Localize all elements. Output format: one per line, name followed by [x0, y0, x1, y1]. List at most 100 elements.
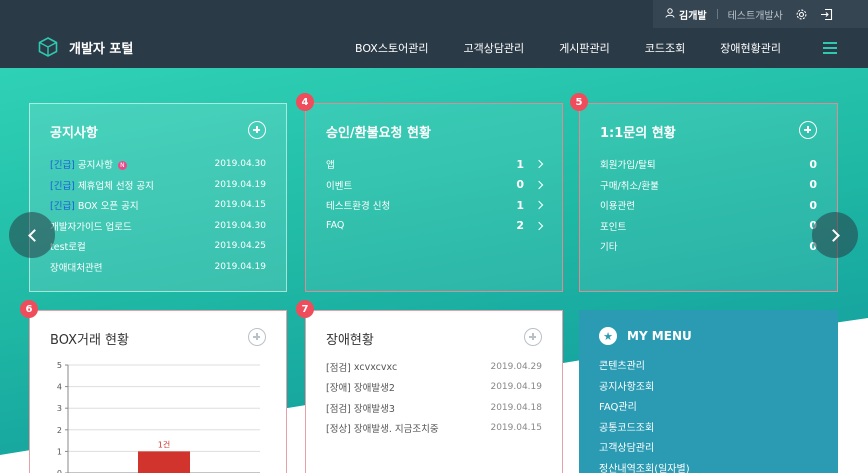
- inquiry-title: 1:1문의 현황: [600, 126, 676, 141]
- list-item[interactable]: test로컬 2019.04.25: [50, 236, 266, 257]
- approval-count: 1: [516, 157, 524, 171]
- chevron-left-icon: [27, 228, 41, 242]
- failure-item-title: xcvxcvxc: [353, 361, 398, 373]
- box-trade-chart: 0 1 2 3 4 5 1건: [57, 361, 260, 473]
- approval-count: 0: [516, 178, 524, 192]
- failure-date: 2019.04.19: [490, 382, 542, 393]
- list-item[interactable]: [점검] xcvxcvxc 2019.04.29: [326, 357, 542, 377]
- bar: [138, 451, 190, 473]
- y-tick-label: 0: [57, 469, 62, 473]
- notice-more-button[interactable]: [248, 121, 266, 139]
- failure-list: [점검] xcvxcvxc 2019.04.29 [장애] 장애발생2 2019.04.…: [326, 357, 542, 438]
- notice-item-title: test로컬: [50, 242, 86, 254]
- failure-item-title: 장애발생3: [353, 403, 395, 415]
- approval-label: 이벤트: [326, 180, 353, 192]
- failure-more-button[interactable]: [524, 328, 542, 346]
- y-tick-label: 1: [57, 447, 62, 456]
- chevron-right-icon: [534, 201, 544, 210]
- chevron-right-icon: [534, 221, 544, 230]
- inquiry-card: 1:1문의 현황 회원가입/탈퇴 0 구매/취소/환불 0 이용관련 0 포인트0 기…: [579, 103, 838, 292]
- approval-list: 앱1 이벤트 0 테스트환경 신청 1 FAQ 2: [326, 154, 544, 237]
- prev-arrow-button[interactable]: [9, 212, 55, 258]
- y-tick-label: 4: [57, 383, 62, 392]
- notice-date: 2019.04.15: [214, 200, 266, 211]
- my-menu-header: ★ MY MENU: [599, 327, 692, 345]
- list-item[interactable]: 이용관련 0: [600, 195, 817, 216]
- approval-card: 승인/환불요청 현황 앱1 이벤트 0 테스트환경 신청 1 FAQ 2: [305, 103, 563, 292]
- chevron-right-icon: [534, 160, 544, 169]
- notice-list: [긴급] 공지사항 N 2019.04.30 [긴급] 제휴업체 선정 공지 2019.0…: [50, 154, 266, 277]
- list-item[interactable]: 장애대처관련 2019.04.19: [50, 257, 266, 278]
- y-tick-label: 3: [57, 404, 62, 413]
- step-badge: 5: [570, 93, 588, 111]
- new-badge: N: [117, 161, 127, 171]
- my-menu-list: 콘텐츠관리 공지사항조회 FAQ관리 공통코드조회 고객상담관리 정산내역조회(…: [599, 357, 690, 473]
- list-item[interactable]: 개발자가이드 업로드 2019.04.30: [50, 216, 266, 237]
- notice-date: 2019.04.19: [214, 179, 266, 190]
- inquiry-label: 회원가입/탈퇴: [600, 160, 656, 172]
- my-menu-item[interactable]: FAQ관리: [599, 398, 690, 419]
- approval-label: 테스트환경 신청: [326, 201, 391, 213]
- list-item[interactable]: 이벤트 0: [326, 175, 544, 196]
- failure-item-title: 장애발생. 지금조치중: [353, 424, 439, 436]
- list-item[interactable]: [점검] 장애발생3 2019.04.18: [326, 398, 542, 418]
- list-item[interactable]: FAQ 2: [326, 216, 544, 237]
- next-arrow-button[interactable]: [812, 212, 858, 258]
- my-menu-item[interactable]: 고객상담관리: [599, 439, 690, 460]
- inquiry-more-button[interactable]: [799, 121, 817, 139]
- star-icon: ★: [599, 327, 617, 345]
- notice-date: 2019.04.25: [214, 241, 266, 252]
- notice-date: 2019.04.30: [214, 220, 266, 231]
- notice-tag: [긴급]: [50, 201, 75, 213]
- notice-tag: [긴급]: [50, 160, 75, 172]
- failure-date: 2019.04.18: [490, 402, 542, 413]
- failure-tag: [점검]: [326, 403, 351, 415]
- inquiry-label: 구매/취소/환불: [600, 180, 659, 192]
- approval-label: FAQ: [326, 220, 345, 232]
- my-menu-item[interactable]: 정산내역조회(일자별): [599, 460, 690, 473]
- inquiry-list: 회원가입/탈퇴 0 구매/취소/환불 0 이용관련 0 포인트0 기타0: [600, 154, 817, 257]
- inquiry-count: 0: [809, 157, 817, 171]
- my-menu-title: MY MENU: [627, 329, 692, 343]
- list-item[interactable]: 기타 0: [600, 236, 817, 257]
- list-item[interactable]: [긴급] 공지사항 N 2019.04.30: [50, 154, 266, 175]
- notice-item-title: 장애대처관련: [50, 262, 103, 274]
- failure-title: 장애현황: [326, 333, 374, 348]
- failure-tag: [장애]: [326, 383, 351, 395]
- list-item[interactable]: 구매/취소/환불 0: [600, 175, 817, 196]
- box-trade-card: BOX거래 현황 0123451건: [29, 310, 287, 473]
- my-menu-item[interactable]: 콘텐츠관리: [599, 357, 690, 378]
- list-item[interactable]: [긴급] 제휴업체 선정 공지 2019.04.19: [50, 175, 266, 196]
- notice-tag: [긴급]: [50, 180, 75, 192]
- bar-data-label: 1건: [158, 439, 170, 449]
- list-item[interactable]: [정상] 장애발생. 지금조치중 2019.04.15: [326, 418, 542, 438]
- approval-label: 앱: [326, 160, 335, 172]
- step-badge: 4: [296, 93, 314, 111]
- my-menu-item[interactable]: 공지사항조회: [599, 378, 690, 399]
- failure-card: 장애현황 [점검] xcvxcvxc 2019.04.29 [장애] 장애발생2 201…: [305, 310, 563, 473]
- inquiry-label: 기타: [600, 242, 618, 254]
- notice-item-title: 개발자가이드 업로드: [50, 221, 132, 233]
- list-item[interactable]: 앱1: [326, 154, 544, 175]
- y-tick-label: 2: [57, 426, 62, 435]
- list-item[interactable]: 회원가입/탈퇴 0: [600, 154, 817, 175]
- list-item[interactable]: 포인트0: [600, 216, 817, 237]
- my-menu-panel: ★ MY MENU 콘텐츠관리 공지사항조회 FAQ관리 공통코드조회 고객상담…: [579, 310, 838, 473]
- step-badge: 6: [20, 300, 38, 318]
- my-menu-item[interactable]: 공통코드조회: [599, 419, 690, 440]
- inquiry-count: 0: [809, 178, 817, 192]
- notice-title: 공지사항: [50, 126, 98, 141]
- inquiry-count: 0: [809, 198, 817, 212]
- list-item[interactable]: [긴급] BOX 오픈 공지 2019.04.15: [50, 195, 266, 216]
- step-badge: 7: [296, 300, 314, 318]
- notice-card: 공지사항 [긴급] 공지사항 N 2019.04.30 [긴급] 제휴업체 선정 공지 2…: [29, 103, 287, 292]
- approval-count: 1: [516, 198, 524, 212]
- list-item[interactable]: [장애] 장애발생2 2019.04.19: [326, 377, 542, 397]
- failure-tag: [점검]: [326, 363, 351, 375]
- list-item[interactable]: 테스트환경 신청 1: [326, 195, 544, 216]
- failure-date: 2019.04.15: [490, 423, 542, 434]
- inquiry-label: 포인트: [600, 221, 627, 233]
- approval-count: 2: [516, 219, 524, 233]
- notice-date: 2019.04.30: [214, 159, 266, 170]
- failure-tag: [정상]: [326, 424, 351, 436]
